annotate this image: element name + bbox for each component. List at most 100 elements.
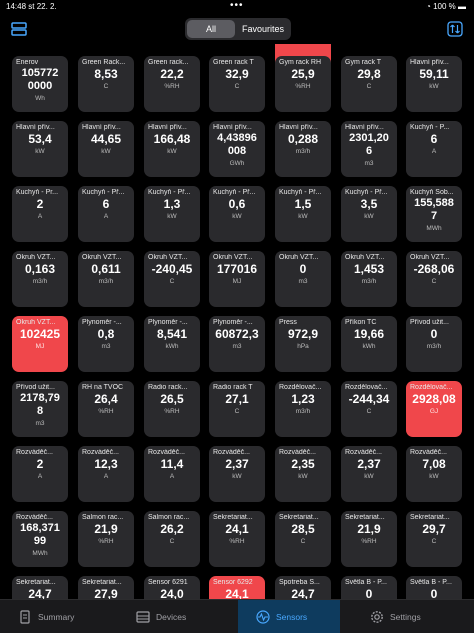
tab-settings[interactable]: Settings xyxy=(352,600,470,633)
sensor-unit: m3/h xyxy=(98,278,114,285)
sensor-tile[interactable]: Okruh VZT... 0 m3 xyxy=(275,251,331,307)
sensor-tile[interactable]: Okruh VZT... 0,611 m3/h xyxy=(78,251,134,307)
sensor-name: Okruh VZT... xyxy=(16,254,56,261)
sensor-tile[interactable]: Okruh VZT... 102425 MJ xyxy=(12,316,68,372)
sensor-tile[interactable]: Gym rack RH 25,9 %RH xyxy=(275,56,331,112)
sensor-tile[interactable]: Kuchyň - Př... 0,6 kW xyxy=(209,186,265,242)
sensor-name: Rozdělovač... xyxy=(279,384,322,391)
sensor-tile[interactable]: Salmon rac... 21,9 %RH xyxy=(78,511,134,567)
sensor-unit: %RH xyxy=(164,408,180,415)
sensor-tile[interactable]: Hlavní přív... 166,48 kW xyxy=(144,121,200,177)
sensor-tile[interactable]: Rozváděč... 11,4 A xyxy=(144,446,200,502)
sensor-tile[interactable]: Okruh VZT... -240,45 C xyxy=(144,251,200,307)
sensor-tile[interactable]: Světla B - P... 0 xyxy=(341,576,397,599)
sensor-tile[interactable]: Sensor 6291 24,0 xyxy=(144,576,200,599)
sensor-value: 0,6 xyxy=(228,197,246,211)
sensor-tile[interactable]: Okruh VZT... 0,163 m3/h xyxy=(12,251,68,307)
sensor-tile[interactable]: Plynoměr -... 0,8 m3 xyxy=(78,316,134,372)
sensor-tile[interactable]: Sekretariat... 24,1 %RH xyxy=(209,511,265,567)
sensor-unit: %RH xyxy=(361,538,377,545)
sensor-tile[interactable]: Kuchyň - P... 6 A xyxy=(406,121,462,177)
sensor-tile[interactable]: Hlavní přív... 44,65 kW xyxy=(78,121,134,177)
sensor-tile[interactable]: Rozdělovač... 1,23 m3/h xyxy=(275,381,331,437)
sensor-tile[interactable]: Okruh VZT... 1,453 m3/h xyxy=(341,251,397,307)
sensor-tile[interactable]: Rozváděč... 7,08 kW xyxy=(406,446,462,502)
sensor-tile[interactable]: Enerov 105772 0000 Wh xyxy=(12,56,68,112)
sensor-waveform-icon xyxy=(256,610,270,624)
sensor-value: 6 xyxy=(430,132,438,146)
sensor-tile[interactable]: Gym rack T 29,8 C xyxy=(341,56,397,112)
sensor-tile[interactable]: Příkon TČ 19,66 kWh xyxy=(341,316,397,372)
sensor-tile[interactable]: Rozváděč... 168,371 99 MWh xyxy=(12,511,68,567)
sensor-tile[interactable]: Rozváděč... 2 A xyxy=(12,446,68,502)
sensor-value: 6 xyxy=(102,197,110,211)
sensor-tile[interactable]: Green Rack... 8,53 C xyxy=(78,56,134,112)
sensor-name: Rozváděč... xyxy=(82,449,119,456)
sensor-tile[interactable]: Plynoměr -... 8,541 kWh xyxy=(144,316,200,372)
tab-bar: Summary Devices Sensors Settings xyxy=(0,599,474,633)
sensor-unit: kW xyxy=(232,473,242,480)
sensor-tile[interactable]: Rozdělovač... -244,34 C xyxy=(341,381,397,437)
sensor-name: Okruh VZT... xyxy=(82,254,122,261)
sensor-tile[interactable]: Okruh VZT... 177016 MJ xyxy=(209,251,265,307)
sensor-tile[interactable]: Rozdělovač... 2928,08 GJ xyxy=(406,381,462,437)
sensor-tile[interactable]: Sensor 6292 24,1 xyxy=(209,576,265,599)
sensor-tile[interactable]: Hlavní přív... 0,288 m3/h xyxy=(275,121,331,177)
sensor-tile[interactable]: Plynoměr -... 60872,3 m3 xyxy=(209,316,265,372)
sensor-tile[interactable]: Sekretariat... 28,5 C xyxy=(275,511,331,567)
sensor-tile[interactable]: Sekretariat... 24,7 xyxy=(12,576,68,599)
sensor-tile[interactable]: Okruh VZT... -268,06 C xyxy=(406,251,462,307)
sensor-name: Okruh VZT... xyxy=(345,254,385,261)
sensor-tile[interactable]: Světla B - P... 0 xyxy=(406,576,462,599)
sensor-tile[interactable]: Salmon rac... 26,2 C xyxy=(144,511,200,567)
sensor-value: 29,8 xyxy=(357,67,381,81)
sensor-name: Rozváděč... xyxy=(345,449,382,456)
filter-favourites-tab[interactable]: Favourites xyxy=(237,20,289,38)
sensor-tile[interactable]: Rozváděč... 12,3 A xyxy=(78,446,134,502)
sensor-tile[interactable]: Hlavní přív... 2301,20 6 m3 xyxy=(341,121,397,177)
sensor-name: Sekretariat... xyxy=(16,579,56,586)
gear-icon xyxy=(371,611,383,623)
sensor-tile[interactable]: Rozváděč... 2,35 kW xyxy=(275,446,331,502)
sensor-unit: C xyxy=(431,538,437,545)
sensor-tile[interactable]: Kuchyň - Př... 1,3 kW xyxy=(144,186,200,242)
sensor-tile[interactable]: Rozváděč... 2,37 kW xyxy=(341,446,397,502)
sensor-unit: kW xyxy=(364,213,374,220)
sensor-tile[interactable]: Hlavní přív... 4,43896 008 GWh xyxy=(209,121,265,177)
sensor-unit: kW xyxy=(167,148,177,155)
sensor-name: Enerov xyxy=(16,59,39,66)
sensor-unit: C xyxy=(169,538,175,545)
sensor-unit: kWh xyxy=(165,343,179,350)
sort-icon[interactable] xyxy=(446,20,464,38)
sensor-tile[interactable]: Přívod užit... 0 m3/h xyxy=(406,316,462,372)
tab-summary[interactable]: Summary xyxy=(0,600,118,633)
sensor-tile[interactable]: Hlavní přív... 53,4 kW xyxy=(12,121,68,177)
sensor-tile[interactable]: Přívod užit... 2178,79 8 m3 xyxy=(12,381,68,437)
sensor-tile[interactable]: Kuchyň - Př... 6 A xyxy=(78,186,134,242)
sensor-tile[interactable]: Spotreba S... 24,7 xyxy=(275,576,331,599)
sensor-tile[interactable]: Kuchyň Sob... 155,588 7 MWh xyxy=(406,186,462,242)
tab-sensors[interactable]: Sensors xyxy=(238,600,340,633)
sensor-tile[interactable]: Green rack... 22,2 %RH xyxy=(144,56,200,112)
sensor-tile[interactable]: Green rack T 32,9 C xyxy=(209,56,265,112)
sensor-tile[interactable]: Radio rack... 26,5 %RH xyxy=(144,381,200,437)
sensor-name: Salmon rac... xyxy=(82,514,124,521)
sensor-tile[interactable]: Kuchyň - Př... 1,5 kW xyxy=(275,186,331,242)
sensor-tile[interactable]: Sekretariat... 21,9 %RH xyxy=(341,511,397,567)
sensor-tile[interactable]: Sekretariat... 29,7 C xyxy=(406,511,462,567)
sensor-name: Rozdělovač... xyxy=(410,384,453,391)
sensor-tile[interactable]: Kuchyň - Pr... 2 A xyxy=(12,186,68,242)
sensor-name: Kuchyň - Př... xyxy=(279,189,322,196)
tab-devices[interactable]: Devices xyxy=(118,600,236,633)
filter-all-tab[interactable]: All xyxy=(187,20,235,38)
sensor-tile[interactable]: Sekretariat... 27,9 xyxy=(78,576,134,599)
sensor-tile[interactable]: Hlavní přív... 59,11 kW xyxy=(406,56,462,112)
layout-toggle-icon[interactable] xyxy=(10,20,28,38)
sensor-tile[interactable]: RH na TVOC 26,4 %RH xyxy=(78,381,134,437)
sensor-tile[interactable]: Radio rack T 27,1 C xyxy=(209,381,265,437)
multitask-dots[interactable]: ••• xyxy=(230,0,244,11)
sensor-tile[interactable]: Kuchyň - Př... 3,5 kW xyxy=(341,186,397,242)
sensor-tile[interactable]: Rozváděč... 2,37 kW xyxy=(209,446,265,502)
sensor-unit: kW xyxy=(298,213,308,220)
sensor-tile[interactable]: Press 972,9 hPa xyxy=(275,316,331,372)
